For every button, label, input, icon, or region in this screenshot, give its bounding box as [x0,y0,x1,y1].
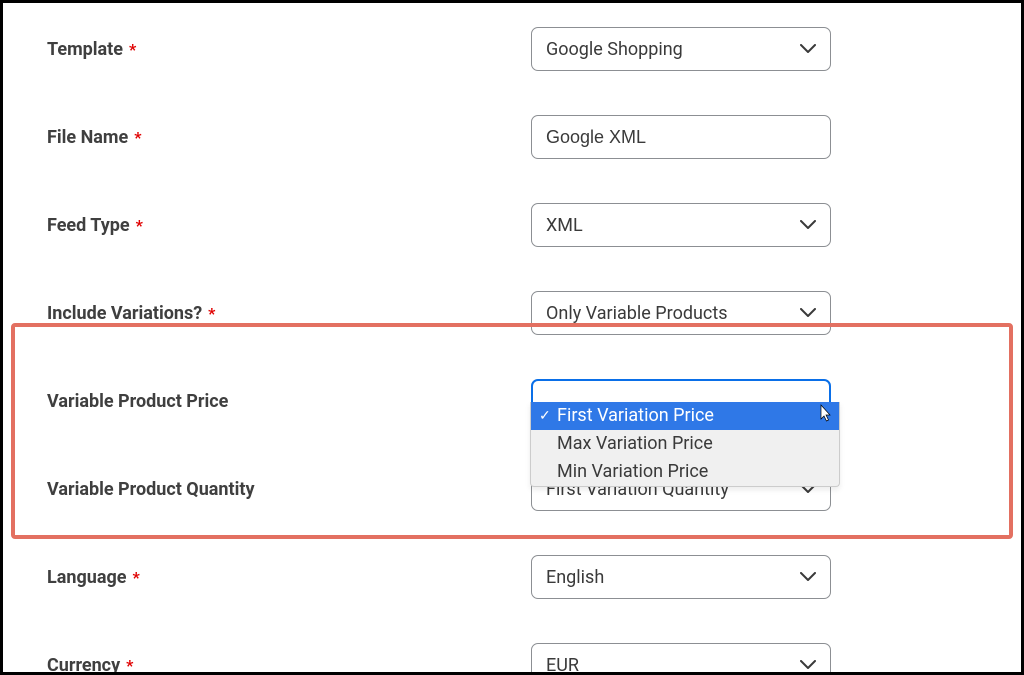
label-language: Language [47,567,126,588]
row-include-variations: Include Variations? * Only Variable Prod… [47,289,983,337]
file-name-input-wrapper [531,115,831,159]
label-language-col: Language * [47,567,531,588]
feed-type-select[interactable]: XML [531,203,831,247]
row-currency: Currency * EUR [47,641,983,675]
dropdown-option-max-variation-price[interactable]: Max Variation Price [531,430,839,458]
field-language-col: English [531,555,831,599]
label-variable-product-price: Variable Product Price [47,391,228,412]
chevron-down-icon [800,660,816,670]
template-select-value: Google Shopping [546,39,683,60]
chevron-down-icon [800,572,816,582]
chevron-down-icon [800,44,816,54]
required-mark: * [134,128,141,147]
file-name-input[interactable] [546,127,790,148]
field-feed-type-col: XML [531,203,831,247]
label-template: Template [47,39,123,60]
field-template-col: Google Shopping [531,27,831,71]
required-mark: * [136,216,143,235]
include-variations-select-value: Only Variable Products [546,303,728,324]
include-variations-select[interactable]: Only Variable Products [531,291,831,335]
field-currency-col: EUR [531,643,831,675]
label-currency: Currency [47,655,120,675]
label-file-name-col: File Name * [47,127,531,148]
dropdown-option-min-variation-price[interactable]: Min Variation Price [531,458,839,486]
currency-select-value: EUR [546,655,579,675]
feed-type-select-value: XML [546,215,583,236]
variable-product-price-dropdown: First Variation Price Max Variation Pric… [530,402,840,487]
row-file-name: File Name * [47,113,983,161]
language-select[interactable]: English [531,555,831,599]
variable-product-price-select[interactable]: First Variation Price Max Variation Pric… [531,379,831,423]
label-include-variations-col: Include Variations? * [47,303,531,324]
label-variable-product-quantity-col: Variable Product Quantity [47,479,531,500]
row-feed-type: Feed Type * XML [47,201,983,249]
required-mark: * [208,304,215,323]
settings-form: Template * Google Shopping File Name * F… [0,0,1024,675]
label-variable-product-price-col: Variable Product Price [47,391,531,412]
row-variable-product-quantity: Variable Product Quantity First Variatio… [47,465,983,513]
dropdown-option-first-variation-price[interactable]: First Variation Price [531,402,839,430]
row-language: Language * English [47,553,983,601]
label-feed-type-col: Feed Type * [47,215,531,236]
field-variable-product-price-col: First Variation Price Max Variation Pric… [531,379,831,423]
cursor-icon [815,404,833,424]
field-include-variations-col: Only Variable Products [531,291,831,335]
row-variable-product-price: Variable Product Price First Variation P… [47,377,983,425]
language-select-value: English [546,567,604,588]
label-currency-col: Currency * [47,655,531,675]
required-mark: * [126,656,133,675]
label-variable-product-quantity: Variable Product Quantity [47,479,255,500]
chevron-down-icon [800,308,816,318]
field-file-name-col [531,115,831,159]
label-template-col: Template * [47,39,531,60]
label-feed-type: Feed Type [47,215,130,236]
row-template: Template * Google Shopping [47,25,983,73]
currency-select[interactable]: EUR [531,643,831,675]
label-file-name: File Name [47,127,128,148]
chevron-down-icon [800,220,816,230]
template-select[interactable]: Google Shopping [531,27,831,71]
required-mark: * [132,568,139,587]
label-include-variations: Include Variations? [47,303,202,324]
required-mark: * [129,40,136,59]
